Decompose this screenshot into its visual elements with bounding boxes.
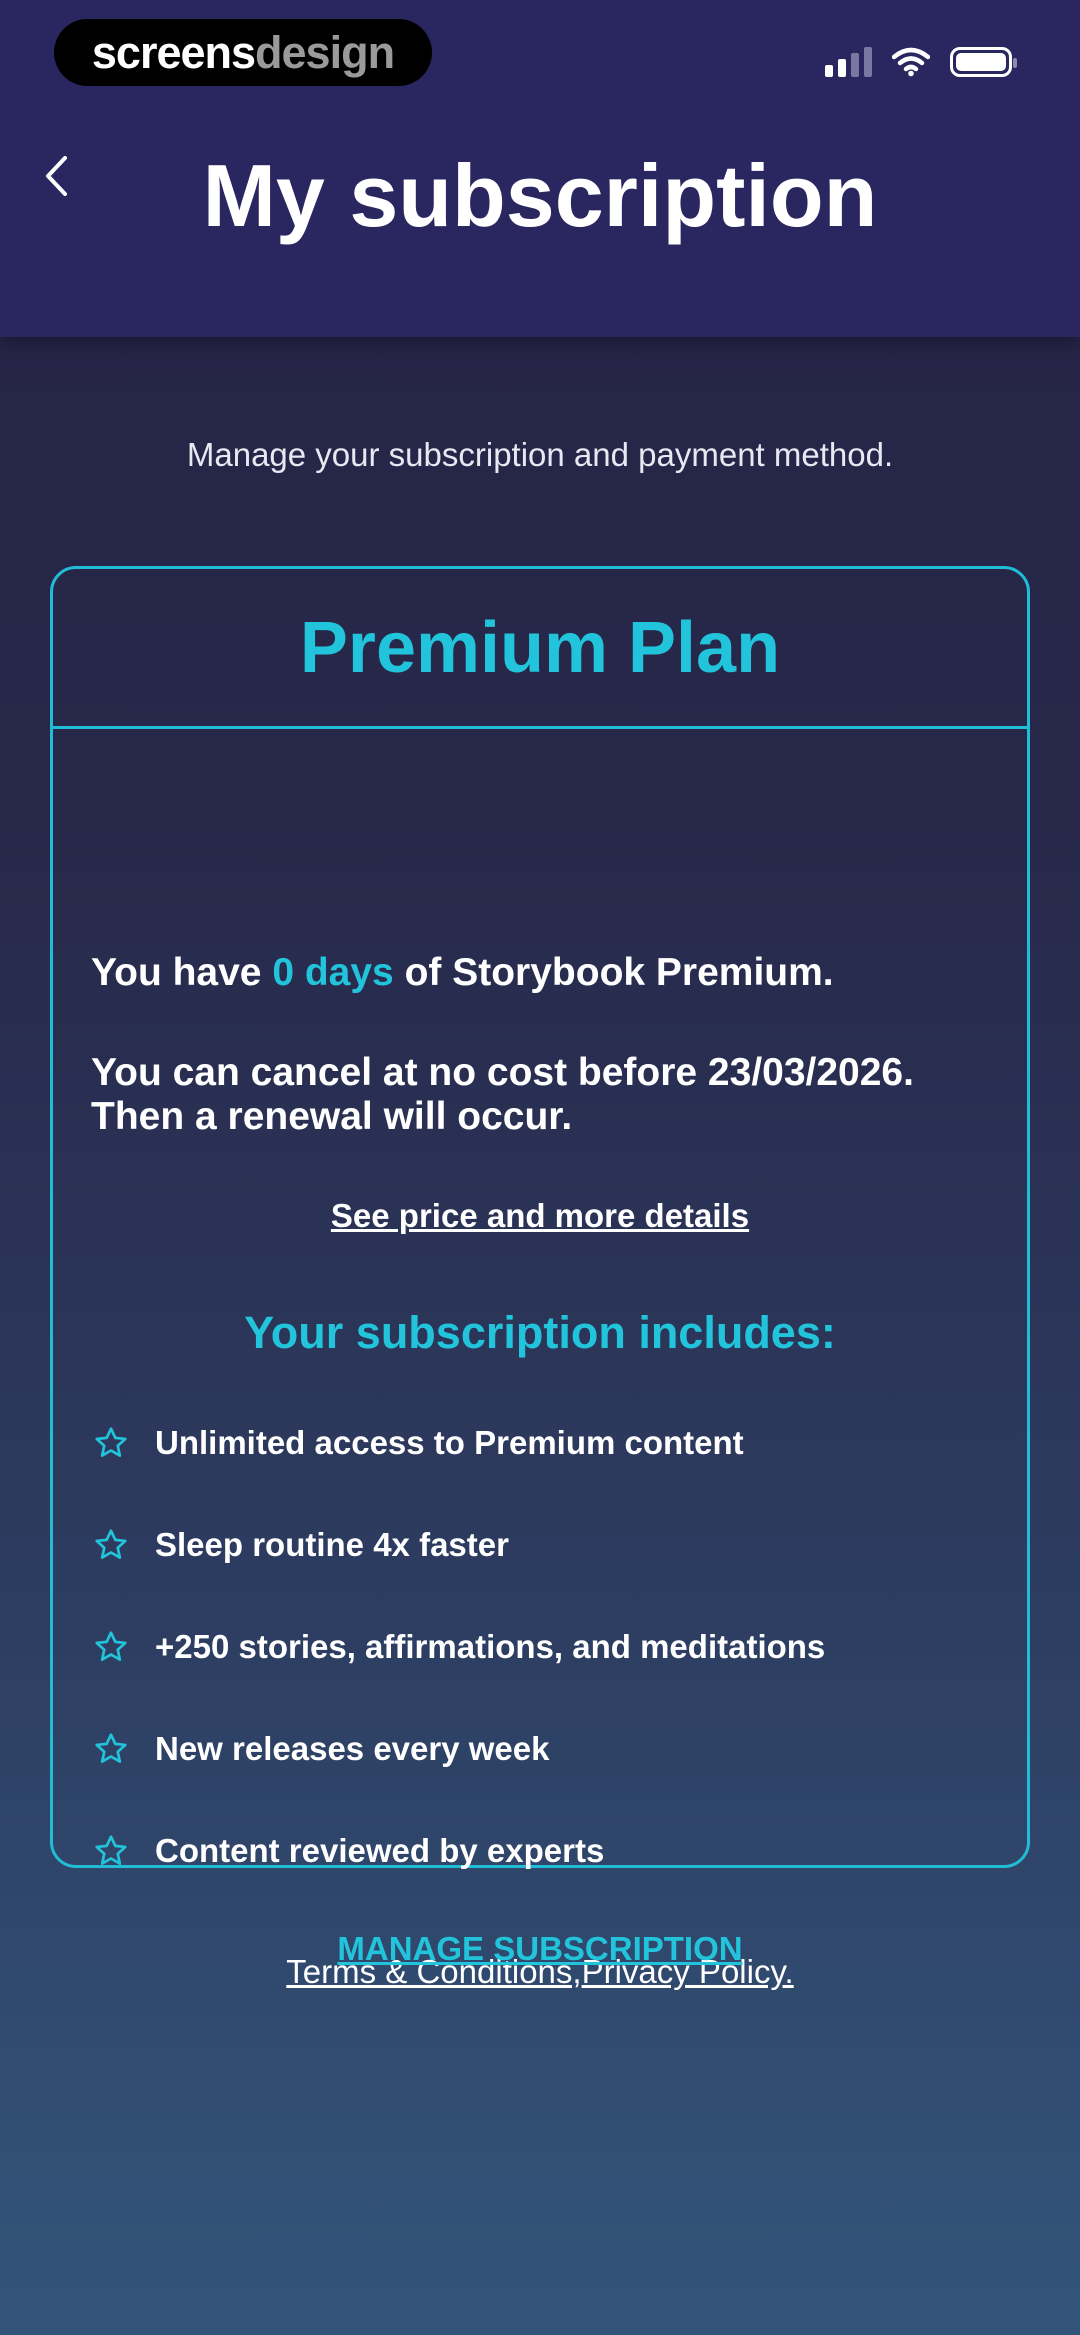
feature-text: +250 stories, affirmations, and meditati… bbox=[155, 1628, 826, 1665]
brand-logo-white-text: screens bbox=[91, 26, 256, 78]
page-subtitle: Manage your subscription and payment met… bbox=[186, 436, 894, 473]
remaining-days-value: 0 days bbox=[272, 951, 394, 994]
includes-heading: Your subscription includes: bbox=[244, 1307, 836, 1358]
signal-icon bbox=[825, 47, 872, 77]
star-icon bbox=[91, 1627, 131, 1667]
star-icon bbox=[91, 1831, 131, 1871]
header-bar: screens design My subscription bbox=[0, 0, 1080, 337]
battery-icon bbox=[950, 47, 1017, 77]
wifi-icon bbox=[892, 47, 930, 77]
brand-logo: screens design bbox=[54, 19, 432, 86]
cancel-notice-line-2: Then a renewal will occur. bbox=[91, 1095, 573, 1138]
feature-text: Unlimited access to Premium content bbox=[155, 1424, 744, 1461]
plan-name: Premium Plan bbox=[299, 607, 781, 688]
feature-text: New releases every week bbox=[155, 1730, 550, 1767]
feature-item: Unlimited access to Premium content bbox=[91, 1419, 744, 1467]
cancel-notice-line-1: You can cancel at no cost before 23/03/2… bbox=[91, 1051, 914, 1094]
price-details-link[interactable]: See price and more details bbox=[53, 1197, 1027, 1235]
remaining-days-text: You have 0 days of Storybook Premium. bbox=[91, 951, 834, 995]
status-bar bbox=[825, 42, 1017, 82]
feature-item: New releases every week bbox=[91, 1725, 549, 1773]
brand-logo-gray-text: design bbox=[255, 26, 395, 78]
page-title: My subscription bbox=[202, 146, 878, 245]
star-icon bbox=[91, 1525, 131, 1565]
feature-item: Sleep routine 4x faster bbox=[91, 1521, 509, 1569]
feature-item: +250 stories, affirmations, and meditati… bbox=[91, 1623, 825, 1671]
star-icon bbox=[91, 1729, 131, 1769]
star-icon bbox=[91, 1423, 131, 1463]
plan-card: Premium Plan You have 0 days of Storyboo… bbox=[50, 566, 1030, 1990]
feature-item: Content reviewed by experts bbox=[91, 1827, 604, 1875]
feature-text: Content reviewed by experts bbox=[155, 1832, 605, 1869]
remaining-days-suffix: of Storybook Premium. bbox=[393, 951, 834, 994]
manage-subscription-button[interactable]: MANAGE SUBSCRIPTION bbox=[0, 1930, 1080, 1968]
feature-text: Sleep routine 4x faster bbox=[155, 1526, 509, 1563]
plan-card-header: Premium Plan bbox=[53, 569, 1027, 729]
remaining-days-prefix: You have bbox=[91, 951, 273, 994]
